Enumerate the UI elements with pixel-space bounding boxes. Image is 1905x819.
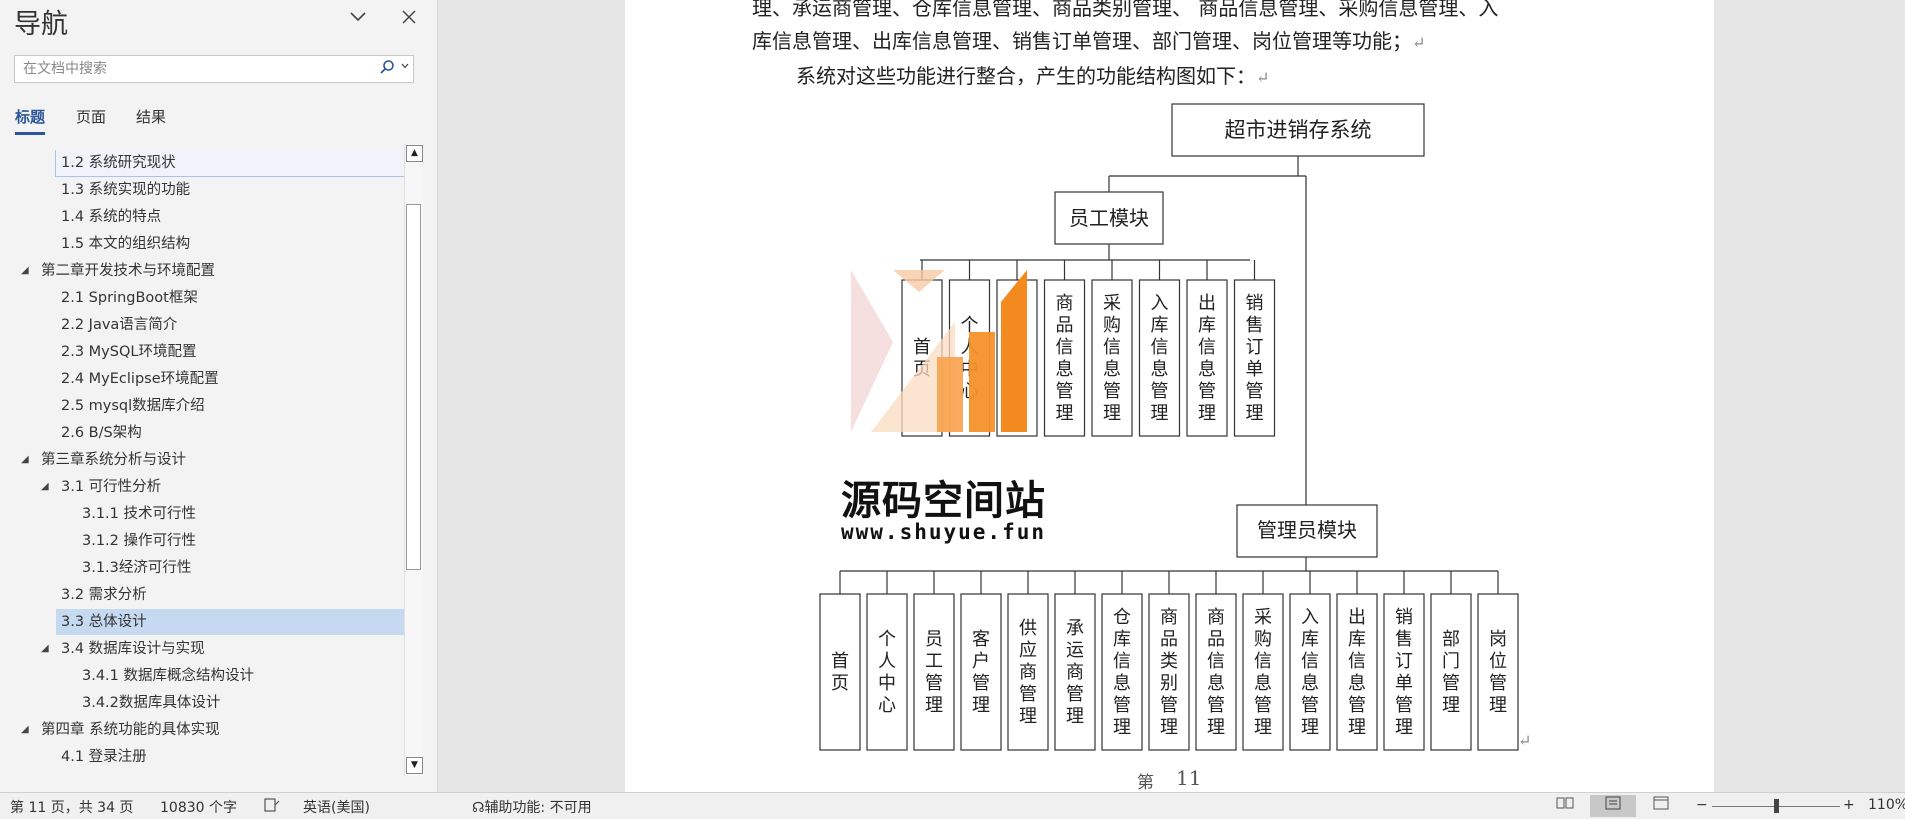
admin-child-box xyxy=(1430,593,1472,751)
admin-child-label: 承运商管理 xyxy=(1066,618,1084,727)
paragraph-mark: ↵ xyxy=(1518,727,1531,751)
print-layout-button[interactable] xyxy=(1590,795,1636,817)
admin-child-label: 部门管理 xyxy=(1442,629,1460,716)
watermark: 源码空间站 www.shuyue.fun xyxy=(835,262,1135,562)
language[interactable]: 英语(美国) xyxy=(303,797,370,817)
admin-child-box xyxy=(866,593,908,751)
web-layout-button[interactable] xyxy=(1638,795,1684,817)
zoom-level[interactable]: 110% xyxy=(1868,797,1905,813)
watermark-title: 源码空间站 xyxy=(841,478,1046,524)
admin-child-label: 首页 xyxy=(831,651,849,694)
zoom-in-button[interactable]: + xyxy=(1843,797,1855,813)
zoom-slider-thumb[interactable] xyxy=(1774,799,1779,813)
accessibility-label: 辅助功能: 不可用 xyxy=(484,800,592,816)
admin-child-box xyxy=(819,593,861,751)
word-count[interactable]: 10830 个字 xyxy=(160,797,237,817)
page-footer-number: 11 xyxy=(1176,766,1202,790)
paragraph-mark-glyph: ↵ xyxy=(1518,731,1532,750)
page-icon xyxy=(1605,796,1621,810)
watermark-url: www.shuyue.fun xyxy=(841,520,1047,544)
admin-child-label: 客户管理 xyxy=(972,629,990,716)
admin-child-label: 销售订单管理 xyxy=(1395,607,1413,738)
web-page-icon xyxy=(1653,796,1669,810)
admin-child-label: 供应商管理 xyxy=(1019,618,1037,727)
read-mode-button[interactable] xyxy=(1542,795,1588,817)
diagram-root-label: 超市进销存系统 xyxy=(1225,118,1372,142)
zoom-out-button[interactable]: − xyxy=(1696,797,1708,813)
admin-child-label: 员工管理 xyxy=(925,629,943,716)
admin-child-box xyxy=(913,593,955,751)
admin-child-box xyxy=(1477,593,1519,751)
status-bar: 第 11 页，共 34 页 10830 个字 英语(美国) ☊辅助功能: 不可用… xyxy=(0,792,1905,819)
admin-child-label: 仓库信息管理 xyxy=(1113,607,1131,738)
admin-child-label: 个人中心 xyxy=(878,629,896,716)
accessibility-status[interactable]: ☊辅助功能: 不可用 xyxy=(472,797,592,817)
proofing-icon[interactable] xyxy=(263,797,281,817)
admin-child-label: 出库信息管理 xyxy=(1348,607,1366,738)
accessibility-icon: ☊ xyxy=(472,800,485,816)
admin-child-label: 岗位管理 xyxy=(1489,629,1507,716)
employee-child-label: 入库信息管理 xyxy=(1151,293,1169,424)
page-count[interactable]: 第 11 页，共 34 页 xyxy=(10,797,133,817)
employee-child-label: 销售订单管理 xyxy=(1246,293,1264,424)
employee-child-label: 出库信息管理 xyxy=(1198,293,1216,424)
admin-child-label: 商品信息管理 xyxy=(1207,607,1225,738)
page-footer-label: 第 xyxy=(1137,773,1154,793)
admin-module-label: 管理员模块 xyxy=(1257,518,1357,542)
watermark-logo-icon xyxy=(851,270,1027,432)
admin-child-box xyxy=(960,593,1002,751)
admin-child-label: 采购信息管理 xyxy=(1254,607,1272,738)
admin-child-label: 商品类别管理 xyxy=(1160,607,1178,738)
admin-child-label: 入库信息管理 xyxy=(1301,607,1319,738)
book-icon xyxy=(1556,797,1574,809)
employee-module-label: 员工模块 xyxy=(1069,206,1149,230)
